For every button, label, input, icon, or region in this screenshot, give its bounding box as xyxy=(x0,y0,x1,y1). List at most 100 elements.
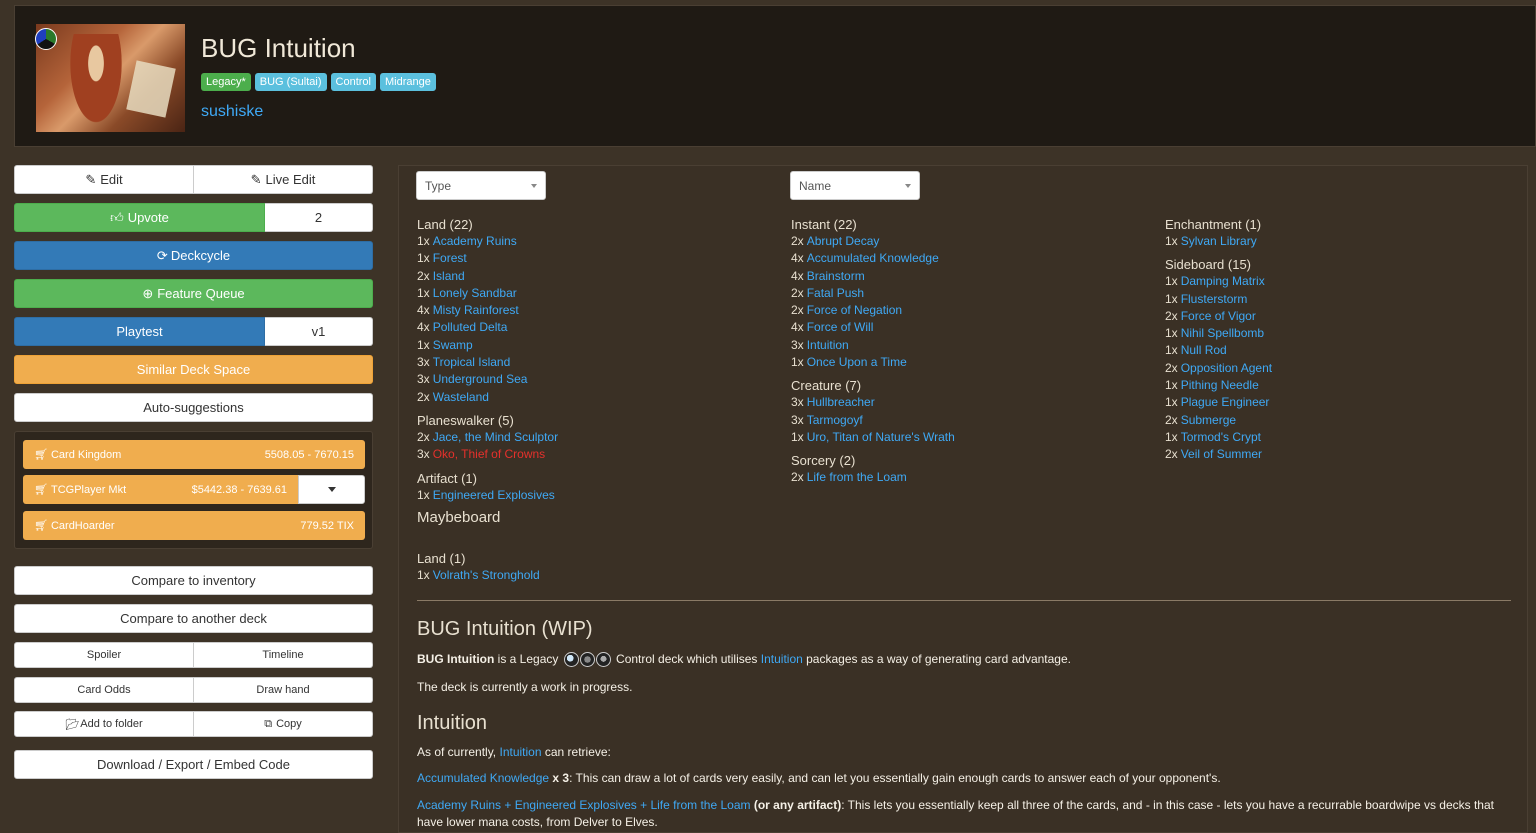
card-link[interactable]: Once Upon a Time xyxy=(807,355,907,369)
card-row: 1x Pithing Needle xyxy=(1165,378,1259,393)
description-paragraph-1: BUG Intuition is a Legacy Control deck w… xyxy=(417,652,1071,668)
card-link[interactable]: Accumulated Knowledge xyxy=(807,251,939,265)
card-link[interactable]: Forest xyxy=(433,251,467,265)
card-row: 1x Volrath's Stronghold xyxy=(417,568,540,582)
edit-icon: ✎ xyxy=(250,171,262,187)
description-paragraph-3: As of currently, Intuition can retrieve: xyxy=(417,745,611,759)
card-link[interactable]: Abrupt Decay xyxy=(807,234,880,248)
download-export-button[interactable]: Download / Export / Embed Code xyxy=(14,750,373,779)
playtest-version[interactable]: v1 xyxy=(265,317,373,346)
card-link[interactable]: Lonely Sandbar xyxy=(433,286,517,300)
card-link[interactable]: Misty Rainforest xyxy=(433,303,519,317)
card-link[interactable]: Polluted Delta xyxy=(433,320,508,334)
card-link[interactable]: Sylvan Library xyxy=(1181,234,1257,248)
decklist-column-3: Enchantment (1) 1x Sylvan Library Sideboard… xyxy=(1165,216,1272,464)
price-tcgplayer[interactable]: 🛒︎ TCGPlayer Mkt $5442.38 - 7639.61 xyxy=(23,475,298,504)
card-row: 3x Underground Sea xyxy=(417,372,528,387)
copy-button[interactable]: ⧉ Copy xyxy=(194,711,373,737)
card-link[interactable]: Island xyxy=(433,269,465,283)
card-link[interactable]: Engineered Explosives xyxy=(433,488,555,502)
card-link[interactable]: Swamp xyxy=(433,338,473,352)
card-link[interactable]: Null Rod xyxy=(1181,343,1227,357)
compare-inventory-button[interactable]: Compare to inventory xyxy=(14,566,373,595)
author-link[interactable]: sushiske xyxy=(201,103,263,121)
accumulated-knowledge-link[interactable]: Accumulated Knowledge xyxy=(417,771,549,785)
card-link[interactable]: Submerge xyxy=(1181,413,1236,427)
price-cardhoarder[interactable]: 🛒︎ CardHoarder 779.52 TIX xyxy=(23,511,365,540)
card-odds-button[interactable]: Card Odds xyxy=(14,677,194,703)
upvote-count: 2 xyxy=(265,203,373,232)
section-heading: Creature (7) xyxy=(791,378,862,394)
card-row: 1x Forest xyxy=(417,251,467,266)
spoiler-button[interactable]: Spoiler xyxy=(14,642,194,668)
tag-format[interactable]: Legacy* xyxy=(201,73,251,91)
tag-colors[interactable]: BUG (Sultai) xyxy=(254,73,327,91)
black-mana-icon xyxy=(579,652,595,668)
card-link[interactable]: Nihil Spellbomb xyxy=(1181,326,1264,340)
add-folder-button[interactable]: 📂︎ Add to folder xyxy=(14,711,194,737)
decklist-column-1: Land (22) 1x Academy Ruins 1x Forest 2x Island… xyxy=(417,216,558,504)
tag-archetype-control[interactable]: Control xyxy=(330,73,376,91)
card-link[interactable]: Intuition xyxy=(807,338,849,352)
card-link[interactable]: Wasteland xyxy=(433,390,489,404)
card-link[interactable]: Uro, Titan of Nature's Wrath xyxy=(807,430,955,444)
card-link[interactable]: Opposition Agent xyxy=(1181,361,1272,375)
price-card-kingdom[interactable]: 🛒︎ Card Kingdom 5508.05 - 7670.15 xyxy=(23,440,365,469)
card-link[interactable]: Force of Negation xyxy=(807,303,902,317)
card-row: 2x Island xyxy=(417,268,465,283)
card-link[interactable]: Plague Engineer xyxy=(1181,395,1270,409)
edit-group: ✎ Edit ✎ Live Edit xyxy=(14,165,373,194)
card-link[interactable]: Tropical Island xyxy=(433,355,511,369)
cart-icon: 🛒︎ xyxy=(34,484,48,496)
spoiler-group: Spoiler Timeline xyxy=(14,642,373,668)
card-row: 3x Oko, Thief of Crowns xyxy=(417,447,546,462)
card-link[interactable]: Tormod's Crypt xyxy=(1181,430,1261,444)
card-link[interactable]: Hullbreacher xyxy=(807,395,875,409)
card-link[interactable]: Veil of Summer xyxy=(1181,447,1262,461)
sort-by-select[interactable]: Name xyxy=(790,171,920,200)
live-edit-button[interactable]: ✎ Live Edit xyxy=(194,165,373,194)
similar-deck-space-button[interactable]: Similar Deck Space xyxy=(14,355,373,384)
card-link[interactable]: Fatal Push xyxy=(807,286,864,300)
timeline-button[interactable]: Timeline xyxy=(194,642,373,668)
card-row: 2x Veil of Summer xyxy=(1165,447,1263,462)
package-link[interactable]: Academy Ruins + Engineered Explosives + … xyxy=(417,798,751,812)
card-row: 2x Life from the Loam xyxy=(791,470,907,485)
card-link[interactable]: Force of Will xyxy=(807,320,874,334)
folder-group: 📂︎ Add to folder ⧉ Copy xyxy=(14,711,373,737)
card-link[interactable]: Force of Vigor xyxy=(1181,309,1256,323)
card-link[interactable]: Life from the Loam xyxy=(807,470,907,484)
section-heading: Sorcery (2) xyxy=(791,453,856,469)
caret-down-icon xyxy=(531,183,537,188)
card-row: 2x Force of Negation xyxy=(791,303,903,318)
playtest-button[interactable]: Playtest xyxy=(14,317,265,346)
compare-deck-button[interactable]: Compare to another deck xyxy=(14,604,373,633)
card-link[interactable]: Flusterstorm xyxy=(1181,292,1248,306)
card-link[interactable]: Oko, Thief of Crowns xyxy=(433,447,546,461)
card-link[interactable]: Pithing Needle xyxy=(1181,378,1259,392)
intuition-link[interactable]: Intuition xyxy=(761,652,803,666)
price-dropdown-button[interactable] xyxy=(298,475,365,504)
deckcycle-button[interactable]: ⟳ Deckcycle xyxy=(14,241,373,270)
group-by-select[interactable]: Type xyxy=(416,171,546,200)
edit-button[interactable]: ✎ Edit xyxy=(14,165,194,194)
card-link[interactable]: Damping Matrix xyxy=(1181,274,1265,288)
feature-queue-button[interactable]: ⊕ Feature Queue xyxy=(14,279,373,308)
card-link[interactable]: Brainstorm xyxy=(807,269,865,283)
card-link[interactable]: Volrath's Stronghold xyxy=(433,568,540,582)
intuition-link[interactable]: Intuition xyxy=(499,745,541,759)
card-link[interactable]: Underground Sea xyxy=(433,372,528,386)
card-link[interactable]: Academy Ruins xyxy=(433,234,517,248)
maybeboard-title: Maybeboard xyxy=(417,509,501,526)
card-row: 1x Swamp xyxy=(417,337,473,352)
card-row: 1x Damping Matrix xyxy=(1165,274,1265,289)
tag-archetype-midrange[interactable]: Midrange xyxy=(379,73,436,91)
upvote-button[interactable]: 👍︎ Upvote xyxy=(14,203,265,232)
draw-hand-button[interactable]: Draw hand xyxy=(194,677,373,703)
card-link[interactable]: Jace, the Mind Sculptor xyxy=(433,430,558,444)
card-link[interactable]: Tarmogoyf xyxy=(807,413,863,427)
thumbs-up-icon: 👍︎ xyxy=(110,209,124,225)
deck-header: BUG Intuition Legacy* BUG (Sultai) Contr… xyxy=(14,5,1536,147)
card-row: 1x Flusterstorm xyxy=(1165,291,1248,306)
auto-suggestions-button[interactable]: Auto-suggestions xyxy=(14,393,373,422)
